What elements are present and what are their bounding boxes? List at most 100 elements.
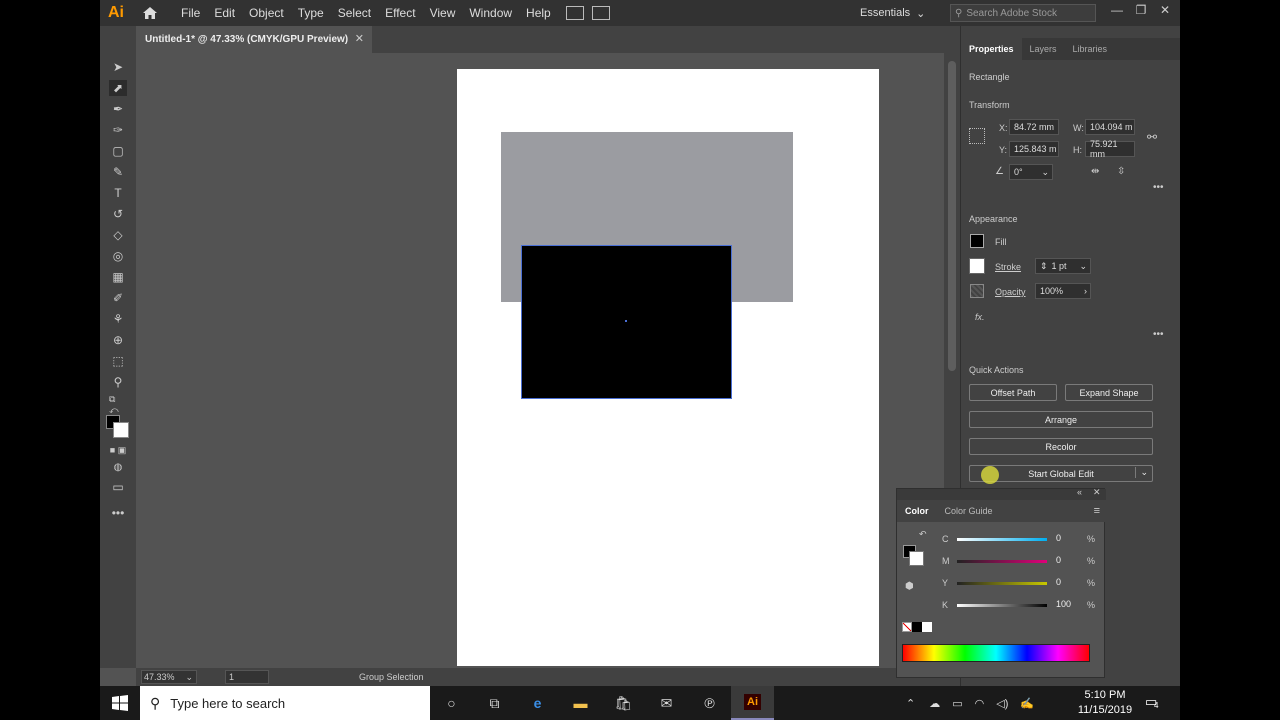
tab-color[interactable]: Color [897, 500, 937, 522]
flip-horizontal-icon[interactable]: ⇹ [1091, 166, 1099, 177]
action-center-icon[interactable]: ▭ 4 [1145, 694, 1158, 710]
rectangle-tool-icon[interactable]: ▢ [109, 143, 127, 159]
color-mode-icon[interactable]: ■ ▣ [109, 442, 127, 458]
swap-icon[interactable]: ↶ [919, 529, 927, 540]
stroke-label[interactable]: Stroke [995, 262, 1021, 272]
artboard[interactable] [457, 69, 879, 666]
selected-black-rectangle[interactable] [521, 245, 732, 399]
black-field[interactable]: 100 [1054, 597, 1082, 611]
chevron-down-icon[interactable]: ⌄ [1135, 467, 1148, 478]
offset-path-button[interactable]: Offset Path [969, 384, 1057, 401]
stroke-weight-field[interactable]: ⇕ 1 pt ⌄ [1035, 258, 1091, 274]
type-tool-icon[interactable]: T [109, 185, 127, 201]
screen-mode-icon[interactable]: ▭ [109, 479, 127, 495]
curvature-tool-icon[interactable]: ✑ [109, 122, 127, 138]
eyedropper-tool-icon[interactable]: ✐ [109, 290, 127, 306]
arrange-documents-icon[interactable] [565, 6, 584, 20]
color-spectrum[interactable] [902, 644, 1090, 662]
blend-tool-icon[interactable]: ⚘ [109, 311, 127, 327]
close-icon[interactable]: ✕ [1153, 3, 1177, 17]
default-colors-icon[interactable]: ⧉ ↶ [109, 394, 127, 415]
mail-icon[interactable]: ✉ [645, 686, 688, 720]
network-icon[interactable]: ◠ [975, 697, 985, 710]
tab-color-guide[interactable]: Color Guide [937, 500, 1001, 522]
restore-icon[interactable]: ❐ [1129, 3, 1153, 17]
cyan-slider[interactable] [957, 538, 1047, 541]
white-swatch[interactable] [922, 622, 932, 632]
onedrive-icon[interactable]: ☁ [929, 697, 940, 710]
panel-menu-icon[interactable]: ≡ [1094, 500, 1100, 522]
microsoft-store-icon[interactable]: 🛍 [602, 686, 645, 720]
more-tools-icon[interactable]: ••• [109, 505, 127, 521]
stroke-swatch[interactable] [113, 422, 129, 438]
scroll-thumb[interactable] [948, 61, 956, 371]
collapse-icon[interactable]: « [1077, 487, 1082, 497]
taskbar-clock[interactable]: 5:10 PM 11/15/2019 [1070, 686, 1140, 720]
selection-tool-icon[interactable]: ➤ [109, 59, 127, 75]
stock-search-field[interactable]: ⚲ Search Adobe Stock [950, 4, 1096, 22]
reference-point-icon[interactable] [969, 128, 985, 144]
edge-browser-icon[interactable]: e [516, 686, 559, 720]
stroke-swatch[interactable] [909, 551, 924, 566]
flip-vertical-icon[interactable]: ⇳ [1117, 166, 1125, 177]
out-of-gamut-icon[interactable]: ⬢ [905, 581, 914, 592]
document-tab[interactable]: Untitled-1* @ 47.33% (CMYK/GPU Preview) … [136, 26, 372, 53]
tab-layers[interactable]: Layers [1022, 38, 1065, 60]
menu-help[interactable]: Help [519, 0, 558, 26]
taskbar-search-box[interactable]: ⚲ Type here to search [140, 686, 430, 720]
menu-edit[interactable]: Edit [207, 0, 242, 26]
direct-selection-tool-icon[interactable]: ⬈ [109, 80, 127, 96]
width-field[interactable]: 104.094 m [1085, 119, 1135, 135]
opacity-label[interactable]: Opacity [995, 287, 1026, 297]
none-swatch[interactable] [902, 622, 912, 632]
tab-properties[interactable]: Properties [961, 38, 1022, 60]
menu-effect[interactable]: Effect [378, 0, 422, 26]
stroke-stepper-icon[interactable]: ⇕ [1040, 261, 1048, 272]
fx-icon[interactable]: fx. [975, 312, 985, 322]
opacity-field[interactable]: 100% › [1035, 283, 1091, 299]
minimize-icon[interactable]: — [1105, 3, 1129, 17]
yellow-slider[interactable] [957, 582, 1047, 585]
x-field[interactable]: 84.72 mm [1009, 119, 1059, 135]
shape-builder-tool-icon[interactable]: ⊕ [109, 332, 127, 348]
canvas[interactable] [136, 53, 944, 668]
battery-icon[interactable]: ▭ [952, 697, 962, 710]
artboard-tool-icon[interactable]: ⬚ [109, 353, 127, 369]
recolor-button[interactable]: Recolor [969, 438, 1153, 455]
chevron-up-icon[interactable]: ⌃ [906, 697, 915, 710]
artboard-number-field[interactable]: 1 [225, 670, 269, 684]
volume-icon[interactable]: ◁) [996, 697, 1008, 710]
pinned-app-icon[interactable]: ℗ [688, 686, 731, 720]
drawing-modes-icon[interactable]: ◍ [109, 459, 127, 475]
close-panel-icon[interactable]: ✕ [1093, 487, 1101, 498]
fill-color-swatch[interactable] [970, 234, 984, 248]
close-tab-icon[interactable]: ✕ [355, 32, 364, 45]
tab-libraries[interactable]: Libraries [1065, 38, 1116, 60]
menu-select[interactable]: Select [331, 0, 378, 26]
cyan-field[interactable]: 0 [1054, 531, 1082, 545]
zoom-level-field[interactable]: 47.33% ⌄ [141, 670, 197, 684]
task-view-icon[interactable]: ⧉ [473, 686, 516, 720]
constrain-proportions-icon[interactable]: ⚯ [1147, 130, 1157, 144]
illustrator-taskbar-icon[interactable]: Ai [731, 686, 774, 720]
paintbrush-tool-icon[interactable]: ✎ [109, 164, 127, 180]
menu-file[interactable]: File [174, 0, 207, 26]
color-panel-titlebar[interactable]: « ✕ [897, 487, 1106, 500]
eraser-tool-icon[interactable]: ◇ [109, 227, 127, 243]
angle-field[interactable]: 0° ⌄ [1009, 164, 1053, 180]
file-explorer-icon[interactable]: ▬ [559, 686, 602, 720]
more-options-icon[interactable]: ••• [1153, 182, 1164, 193]
arrange-button[interactable]: Arrange [969, 411, 1153, 428]
gradient-tool-icon[interactable]: ▦ [109, 269, 127, 285]
black-slider[interactable] [957, 604, 1047, 607]
menu-object[interactable]: Object [242, 0, 291, 26]
windows-start-icon[interactable] [100, 686, 140, 720]
magenta-slider[interactable] [957, 560, 1047, 563]
stroke-color-swatch[interactable] [969, 258, 985, 274]
home-icon[interactable] [138, 3, 162, 23]
cortana-icon[interactable]: ○ [430, 686, 473, 720]
menu-window[interactable]: Window [462, 0, 519, 26]
height-field[interactable]: 75.921 mm [1085, 139, 1135, 159]
warp-tool-icon[interactable]: ◎ [109, 248, 127, 264]
magenta-field[interactable]: 0 [1054, 553, 1082, 567]
